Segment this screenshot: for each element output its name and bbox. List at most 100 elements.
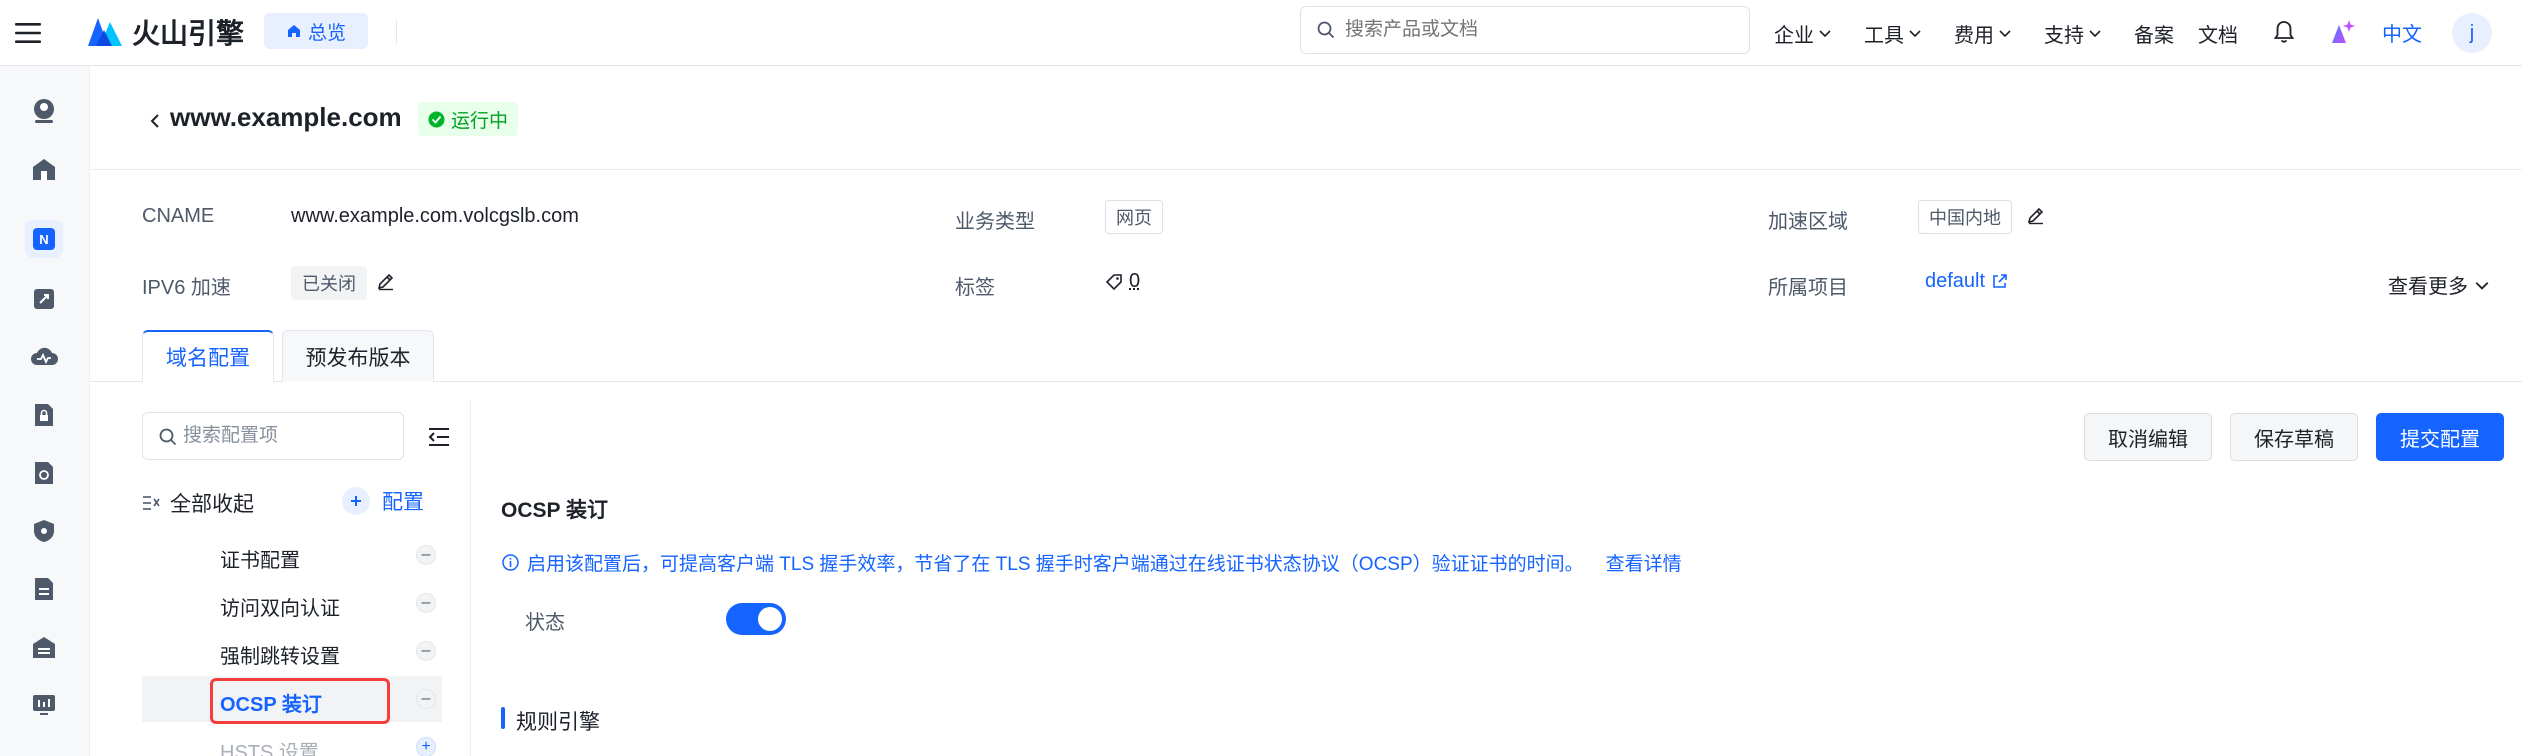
area-label: 加速区域 [1768,211,1848,233]
status-label: 运行中 [451,110,509,132]
chevron-down-icon [1998,26,2012,40]
nav-filing[interactable]: 备案 [2134,18,2174,48]
menu-icon[interactable] [12,17,44,49]
chevron-down-icon [1818,26,1832,40]
info-icon [502,554,519,571]
rocket-icon[interactable] [25,280,63,318]
tags-count[interactable]: 0 [1105,270,1140,293]
ai-assistant-icon[interactable] [2326,16,2358,48]
cname-label: CNAME [142,205,215,227]
project-label: 所属项目 [1768,277,1848,299]
project-link[interactable]: default [1925,270,2008,293]
remove-cert-icon[interactable]: – [416,545,436,565]
cloud-monitor-icon[interactable] [25,338,63,376]
search-icon [159,428,177,446]
document-icon[interactable] [25,570,63,608]
area-tag: 中国内地 [1918,200,2012,234]
status-badge: 运行中 [418,102,519,136]
nav-support[interactable]: 支持 [2044,18,2102,48]
svg-text:N: N [39,232,48,247]
topbar-divider [396,20,397,44]
shield-icon[interactable] [25,512,63,550]
cloud-user-icon[interactable] [25,92,63,130]
rules-section-title: 规则引擎 [516,711,600,734]
refresh-file-icon[interactable] [25,454,63,492]
cdn-icon[interactable]: N [25,220,63,258]
chevron-down-icon [1908,26,1922,40]
back-icon[interactable] [146,110,164,132]
nav-enterprise[interactable]: 企业 [1774,18,1832,48]
ocsp-detail-link[interactable]: 查看详情 [1606,549,1682,576]
language-switch[interactable]: 中文 [2382,18,2422,47]
nav-support-label: 支持 [2044,24,2084,47]
avatar[interactable]: j [2452,13,2492,53]
nav-billing[interactable]: 费用 [1954,18,2012,48]
building-icon[interactable] [25,150,63,188]
rules-section-marker [501,707,505,729]
avatar-letter: j [2469,21,2475,44]
project-link-label: default [1925,270,1986,292]
global-search[interactable] [1300,6,1750,54]
sidebar-item-ocsp[interactable]: OCSP 装订 [220,688,322,717]
config-search-input[interactable] [183,425,383,447]
biz-type-label: 业务类型 [955,211,1035,233]
search-icon [1317,21,1335,39]
nav-billing-label: 费用 [1954,24,1994,47]
cname-value: www.example.com.volcgslb.com [291,205,579,227]
tags-label: 标签 [955,277,995,299]
nav-tools[interactable]: 工具 [1864,18,1922,48]
bell-icon[interactable] [2270,18,2298,46]
view-more-button[interactable]: 查看更多 [2388,270,2490,299]
config-search[interactable] [142,412,404,460]
tabs-baseline [90,381,2522,382]
collapse-sidebar-icon[interactable] [424,422,454,452]
volcano-logo-icon [86,16,124,48]
warehouse-icon[interactable] [25,628,63,666]
home-icon [286,23,302,39]
submit-config-button[interactable]: 提交配置 [2376,413,2504,461]
ocsp-status-toggle[interactable] [726,603,786,635]
brand-name: 火山引擎 [132,18,245,49]
cancel-edit-button[interactable]: 取消编辑 [2084,413,2212,461]
nav-tools-label: 工具 [1864,24,1904,47]
global-search-input[interactable] [1345,19,1725,41]
collapse-all-button[interactable]: 全部收起 [142,488,254,518]
ocsp-info: 启用该配置后，可提高客户端 TLS 握手效率，节省了在 TLS 握手时客户端通过… [502,549,1682,576]
top-bar: 火山引擎 总览 企业 工具 费用 支持 备案 文档 中文 [0,0,2522,66]
edit-ipv6-icon[interactable] [375,270,397,292]
remove-force-redirect-icon[interactable]: – [416,641,436,661]
more-product-icon[interactable] [25,738,63,756]
sidebar-divider [470,400,471,756]
tab-domain-config[interactable]: 域名配置 [142,330,274,382]
tab-prerelease[interactable]: 预发布版本 [282,330,434,382]
nav-filing-label: 备案 [2134,24,2174,47]
nav-docs-label: 文档 [2198,24,2238,47]
plus-icon [342,487,370,515]
sidebar-item-hsts[interactable]: HSTS 设置 [220,736,319,756]
nav-docs[interactable]: 文档 [2198,18,2238,48]
brand-logo[interactable]: 火山引擎 [86,12,244,52]
nav-enterprise-label: 企业 [1774,24,1814,47]
sidebar-item-force-redirect[interactable]: 强制跳转设置 [220,640,340,669]
remove-mutual-auth-icon[interactable]: – [416,593,436,613]
add-hsts-icon[interactable]: + [416,737,436,756]
edit-area-icon[interactable] [2025,204,2047,226]
ocsp-section-title: OCSP 装订 [501,499,608,522]
remove-ocsp-icon[interactable]: – [416,689,436,709]
add-config-button[interactable]: 配置 [342,486,424,516]
collapse-all-label: 全部收起 [170,493,254,516]
overview-button[interactable]: 总览 [264,13,368,49]
overview-label: 总览 [307,22,346,44]
save-draft-button[interactable]: 保存草稿 [2230,413,2358,461]
dashboard-icon[interactable] [25,686,63,724]
sidebar-item-cert[interactable]: 证书配置 [220,544,300,573]
add-config-label: 配置 [382,491,424,514]
lock-file-icon[interactable] [25,396,63,434]
sidebar-item-mutual-auth[interactable]: 访问双向认证 [220,592,340,621]
ocsp-info-text: 启用该配置后，可提高客户端 TLS 握手效率，节省了在 TLS 握手时客户端通过… [527,554,1584,575]
domain-title: www.example.com [170,102,402,132]
chevron-down-icon [2088,26,2102,40]
ocsp-status-label: 状态 [525,612,565,634]
left-rail: N [0,66,90,756]
ipv6-label: IPV6 加速 [142,277,231,299]
